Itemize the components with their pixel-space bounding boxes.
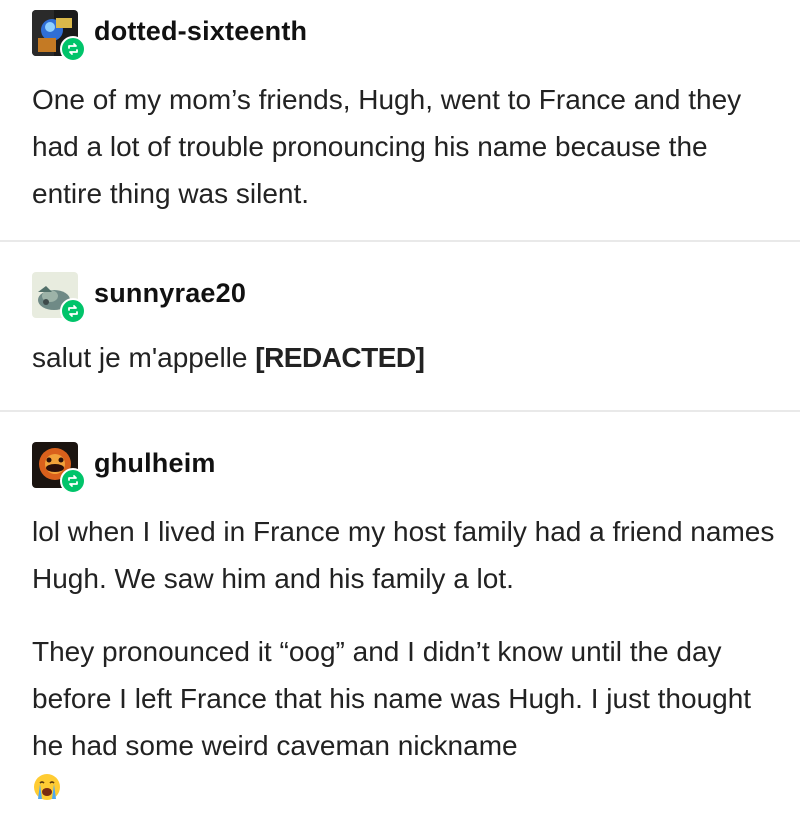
username[interactable]: dotted-sixteenth [94,16,307,47]
loudly-crying-face-emoji-icon [34,774,60,800]
username[interactable]: sunnyrae20 [94,278,246,309]
username[interactable]: ghulheim [94,448,216,479]
reblog-badge [60,298,86,324]
reblog-icon [68,43,78,55]
post-ghulheim: ghulheim lol when I lived in France my h… [0,412,800,832]
post-text: lol when I lived in France my host famil… [32,516,775,594]
reblog-icon [68,305,78,317]
reblog-badge [60,36,86,62]
post-dotted-sixteenth: dotted-sixteenth One of my mom’s friends… [0,0,800,240]
reblog-badge [60,468,86,494]
post-text-plain: salut je m'appelle [32,342,256,373]
post-text: One of my mom’s friends, Hugh, went to F… [32,84,742,209]
post-text: salut je m'appelle [REDACTED] [32,334,782,381]
post-sunnyrae20: sunnyrae20 salut je m'appelle [REDACTED] [0,242,800,410]
post-text: They pronounced it “oog” and I didn’t kn… [32,636,752,761]
redacted-text: [REDACTED] [255,342,425,373]
reblog-icon [68,475,78,487]
